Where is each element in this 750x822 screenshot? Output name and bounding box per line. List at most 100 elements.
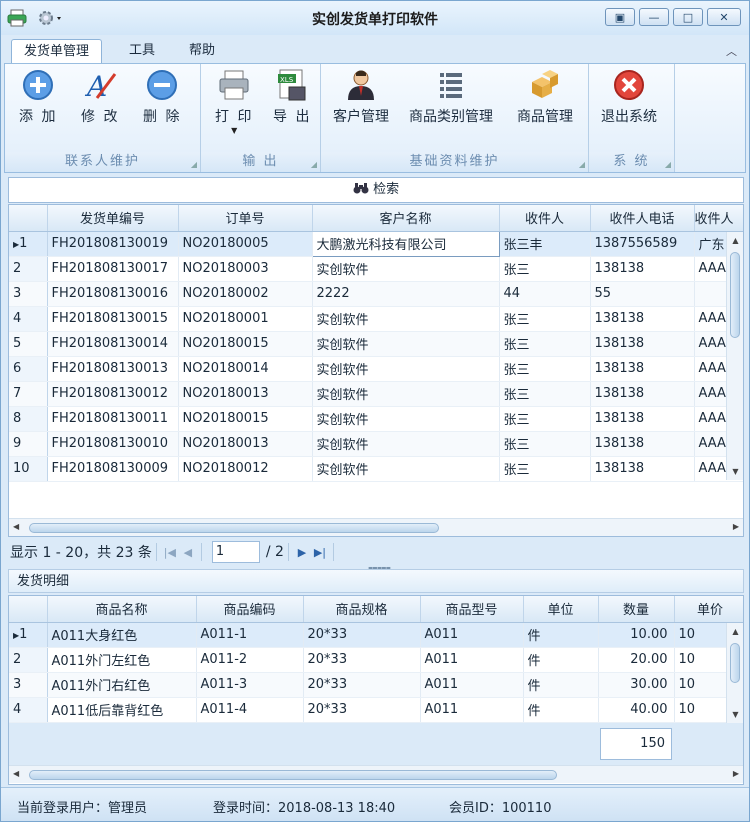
column-header[interactable]: 数量 [598,596,675,623]
table-cell[interactable]: NO20180003 [178,256,313,282]
customer-management-button[interactable]: 客户管理 [333,68,389,126]
table-row[interactable]: 9 FH201808130010 NO20180013 实创软件 张三 1381… [9,431,743,457]
column-header[interactable]: 单位 [523,596,599,623]
table-cell[interactable]: FH201808130013 [47,356,179,382]
table-cell[interactable]: A011外门左红色 [47,647,197,673]
category-management-button[interactable]: 商品类别管理 [409,68,493,126]
table-cell[interactable]: A011 [420,647,524,673]
table-cell[interactable]: A011外门右红色 [47,672,197,698]
table-cell[interactable]: A011 [420,672,524,698]
product-management-button[interactable]: 商品管理 [517,68,573,126]
next-page-icon[interactable]: ▶ [293,546,311,559]
print-button[interactable]: 打 印 ▼ [215,68,253,135]
edit-button[interactable]: A 修 改 [81,68,119,126]
orders-horizontal-scrollbar[interactable]: ◀ ▶ [9,518,743,536]
scroll-right-icon[interactable]: ▶ [733,522,739,531]
table-cell[interactable]: 44 [499,281,591,307]
table-cell[interactable]: FH201808130009 [47,456,179,482]
table-cell[interactable]: 张三丰 [499,231,591,257]
table-cell[interactable]: NO20180012 [178,456,313,482]
table-row[interactable]: 10 FH201808130009 NO20180012 实创软件 张三 138… [9,456,743,482]
table-cell[interactable]: 1387556589 [590,231,695,257]
close-button[interactable]: ✕ [707,8,741,26]
table-cell[interactable]: 张三 [499,256,591,282]
table-row[interactable]: 3 A011外门右红色 A011-3 20*33 A011 件 30.00 10 [9,672,743,698]
scroll-thumb[interactable] [730,643,740,683]
maximize-button[interactable]: □ [673,8,703,26]
dialog-launcher-icon[interactable]: ◢ [665,160,671,169]
table-row[interactable]: 2 A011外门左红色 A011-2 20*33 A011 件 20.00 10 [9,647,743,673]
table-cell[interactable]: 138138 [590,381,695,407]
table-cell[interactable]: FH201808130011 [47,406,179,432]
column-header[interactable]: 商品名称 [47,596,197,623]
table-cell[interactable]: NO20180005 [178,231,313,257]
table-cell-editing[interactable]: 大鹏激光科技有限公司 [311,230,500,257]
table-cell[interactable]: 张三 [499,456,591,482]
detail-vertical-scrollbar[interactable]: ▲ ▼ [726,623,743,723]
column-header[interactable]: 商品规格 [303,596,421,623]
detail-horizontal-scrollbar[interactable]: ◀ ▶ [9,765,743,783]
table-cell[interactable]: NO20180015 [178,331,313,357]
table-cell[interactable]: 张三 [499,306,591,332]
table-cell[interactable]: 张三 [499,356,591,382]
table-cell[interactable]: 20.00 [598,647,675,673]
search-button[interactable]: 检索 [8,177,744,203]
table-cell[interactable]: 40.00 [598,697,675,723]
table-cell[interactable]: 实创软件 [312,256,500,282]
table-row[interactable]: 2 FH201808130017 NO20180003 实创软件 张三 1381… [9,256,743,282]
column-header[interactable]: 收件人 [499,205,591,232]
table-cell[interactable]: A011 [420,697,524,723]
table-cell[interactable]: A011-1 [196,622,304,648]
table-cell[interactable]: NO20180001 [178,306,313,332]
table-cell[interactable]: 20*33 [303,672,421,698]
table-cell[interactable]: 138138 [590,356,695,382]
collapse-ribbon-icon[interactable]: ︿ [726,43,737,59]
table-cell[interactable]: 件 [523,672,599,698]
delete-button[interactable]: 删 除 [143,68,181,126]
scroll-up-icon[interactable]: ▲ [727,236,743,245]
table-cell[interactable]: 20*33 [303,622,421,648]
scroll-right-icon[interactable]: ▶ [733,769,739,778]
table-row[interactable]: 8 FH201808130011 NO20180015 实创软件 张三 1381… [9,406,743,432]
scroll-thumb[interactable] [730,252,740,338]
restore-button[interactable]: ▣ [605,8,635,26]
page-input[interactable]: 1 [211,541,260,563]
table-cell[interactable]: FH201808130010 [47,431,179,457]
column-header[interactable]: 商品型号 [420,596,524,623]
table-cell[interactable]: NO20180015 [178,406,313,432]
scroll-left-icon[interactable]: ◀ [13,769,19,778]
table-cell[interactable]: 件 [523,647,599,673]
dialog-launcher-icon[interactable]: ◢ [191,160,197,169]
table-cell[interactable]: FH201808130012 [47,381,179,407]
table-cell[interactable]: 138138 [590,406,695,432]
table-cell[interactable]: A011 [420,622,524,648]
scroll-down-icon[interactable]: ▼ [727,710,743,719]
table-cell[interactable]: 张三 [499,331,591,357]
dialog-launcher-icon[interactable]: ◢ [311,160,317,169]
table-cell[interactable]: NO20180013 [178,431,313,457]
tab-help[interactable]: 帮助 [177,39,227,63]
table-cell[interactable]: FH201808130014 [47,331,179,357]
table-cell[interactable]: 实创软件 [312,431,500,457]
scroll-thumb[interactable] [29,523,439,533]
prev-page-icon[interactable]: ◀ [179,546,197,559]
tab-tools[interactable]: 工具 [117,39,167,63]
table-cell[interactable]: 件 [523,622,599,648]
table-row[interactable]: 3 FH201808130016 NO20180002 2222 44 55 [9,281,743,307]
tab-invoice-management[interactable]: 发货单管理 [11,39,103,63]
column-header[interactable]: 订单号 [178,205,313,232]
table-cell[interactable]: 实创软件 [312,406,500,432]
table-cell[interactable]: 55 [590,281,695,307]
table-cell[interactable]: A011低后靠背红色 [47,697,197,723]
first-page-icon[interactable]: |◀ [161,546,179,559]
table-cell[interactable]: 20*33 [303,697,421,723]
column-header[interactable]: 客户名称 [312,205,500,232]
table-cell[interactable]: FH201808130015 [47,306,179,332]
table-cell[interactable]: 138138 [590,256,695,282]
minimize-button[interactable]: — [639,8,669,26]
table-row[interactable]: 6 FH201808130013 NO20180014 实创软件 张三 1381… [9,356,743,382]
table-cell[interactable]: 件 [523,697,599,723]
scroll-left-icon[interactable]: ◀ [13,522,19,531]
column-header[interactable]: 收件人电话 [590,205,695,232]
table-cell[interactable]: 10.00 [598,622,675,648]
